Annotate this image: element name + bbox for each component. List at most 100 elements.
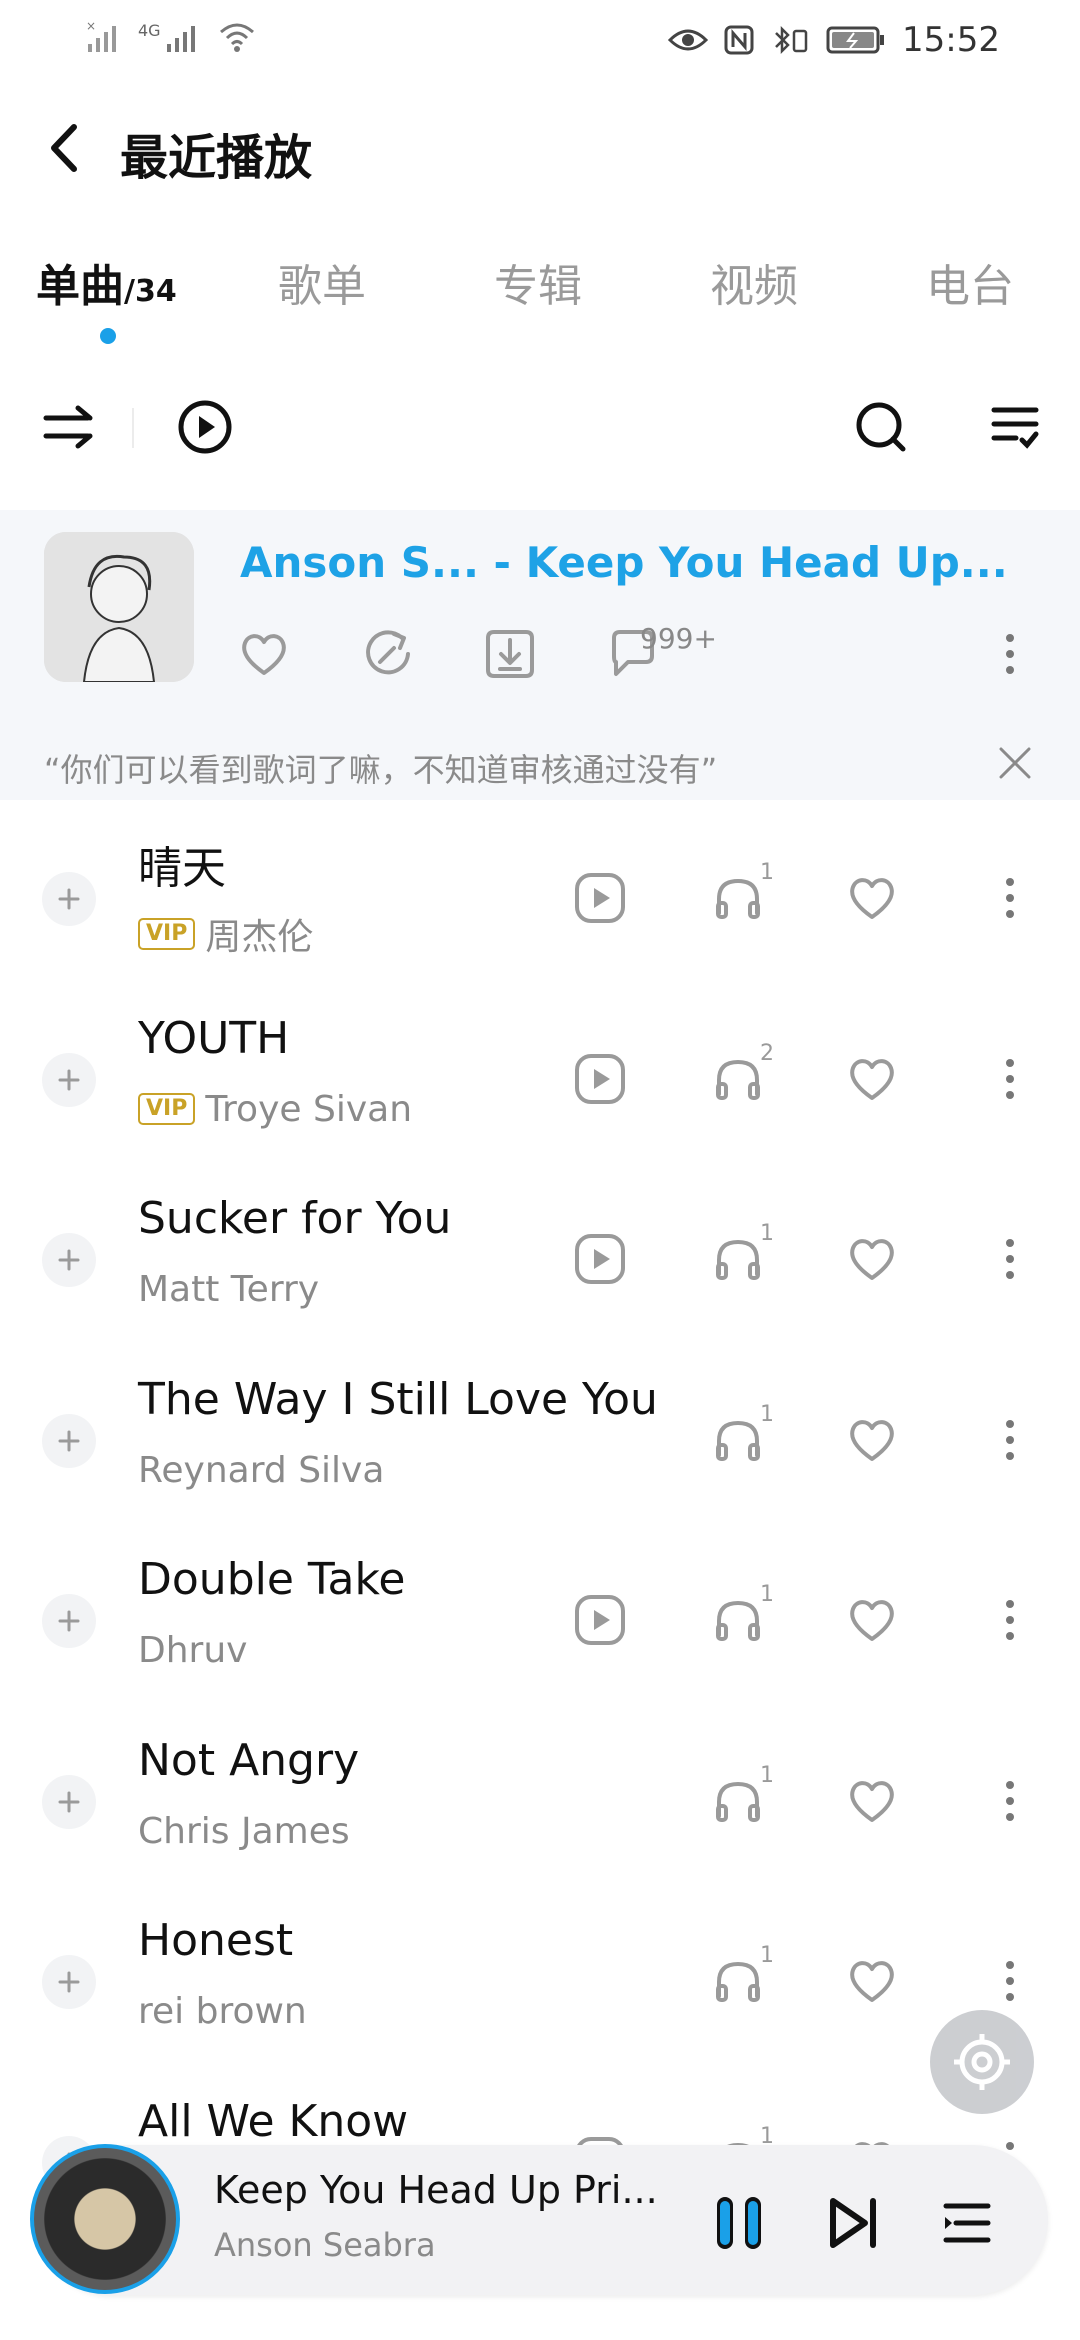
more-vertical-icon [1006,1058,1014,1099]
plus-icon [58,1249,80,1271]
mini-player-title[interactable]: Keep You Head Up Pri... [214,2168,658,2212]
listen-together-button[interactable]: 1 [706,1402,774,1472]
song-subtitle: Chris James [138,1811,350,1852]
clock: 15:52 [902,20,1000,60]
song-row[interactable]: Double Take Dhruv 1 [0,1530,1080,1710]
playlist-icon [943,2203,991,2243]
song-artist: rei brown [138,1991,307,2032]
song-like-button[interactable] [840,1588,904,1652]
mv-button[interactable] [568,866,632,930]
share-button[interactable] [356,622,420,686]
add-to-queue-button[interactable] [42,872,96,926]
song-more-button[interactable] [990,1769,1030,1833]
song-like-button[interactable] [840,1769,904,1833]
toolbar-divider [132,408,134,448]
song-row[interactable]: Not Angry Chris James 1 [0,1711,1080,1891]
nfc-icon [724,25,754,55]
listen-together-button[interactable]: 1 [706,1763,774,1833]
listen-together-button[interactable]: 1 [706,1943,774,2013]
song-artist: Reynard Silva [138,1449,385,1491]
wifi-icon [219,23,254,52]
add-to-queue-button[interactable] [42,1413,96,1468]
mv-button[interactable] [568,1588,632,1652]
batch-select-button[interactable] [980,392,1050,462]
song-like-button[interactable] [840,1408,904,1472]
tab-albums[interactable]: 专辑 [494,250,582,314]
tab-songs[interactable]: 单曲/34 [36,250,177,314]
playlist-button[interactable] [932,2188,1002,2258]
back-button[interactable] [38,118,88,178]
next-button[interactable] [818,2188,888,2258]
more-vertical-icon [1006,1239,1014,1279]
song-row[interactable]: Honest rei brown 1 [0,1891,1080,2071]
listen-count: 1 [760,1943,774,1968]
status-bar: × 4G 15:52 [0,0,1080,80]
tab-songs-label: 单曲 [36,261,124,312]
add-to-queue-button[interactable] [42,1594,96,1648]
song-subtitle: VIP 周杰伦 [138,908,313,960]
song-more-button[interactable] [990,1408,1030,1472]
song-title: Sucker for You [138,1193,452,1244]
heart-icon [850,1600,894,1641]
mini-player-cover[interactable] [30,2144,180,2294]
download-button[interactable] [478,622,542,686]
like-button[interactable] [232,622,296,686]
video-play-icon [575,873,625,923]
tab-playlists[interactable]: 歌单 [278,250,366,314]
heart-icon [850,1419,894,1461]
song-subtitle: Reynard Silva [138,1450,384,1491]
headphones-icon [716,1600,760,1641]
headphones-icon [716,1239,760,1280]
pause-button[interactable] [704,2188,774,2258]
song-like-button[interactable] [840,1047,904,1111]
plus-icon [58,1791,80,1812]
add-to-queue-button[interactable] [42,1774,96,1829]
video-play-icon [575,1053,625,1104]
tab-radio[interactable]: 电台 [926,250,1014,314]
song-subtitle: Dhruv [138,1630,247,1671]
skip-next-icon [830,2198,876,2248]
song-title: The Way I Still Love You [138,1373,658,1425]
heart-icon [850,878,894,919]
song-like-button[interactable] [840,866,904,930]
listen-together-button[interactable]: 1 [706,860,774,930]
add-to-queue-button[interactable] [42,1052,96,1107]
song-more-button[interactable] [990,1227,1030,1291]
song-title: All We Know [138,2095,409,2147]
search-button[interactable] [846,392,916,462]
now-playing-title[interactable]: Anson S... - Keep You Head Up... [240,538,1008,587]
more-vertical-icon [1006,1780,1014,1821]
song-row[interactable]: 晴天 VIP 周杰伦 1 [0,808,1080,988]
song-row[interactable]: YOUTH VIP Troye Sivan 2 [0,989,1080,1169]
tab-videos[interactable]: 视频 [710,250,798,314]
play-all-button[interactable] [170,392,240,462]
now-playing-cover[interactable] [44,532,194,682]
video-play-icon [575,1234,625,1284]
song-more-button[interactable] [990,1047,1030,1111]
heart-icon [850,1239,894,1280]
heart-icon [850,1058,894,1100]
add-to-queue-button[interactable] [42,1955,96,2009]
listen-together-button[interactable]: 1 [706,1582,774,1652]
add-to-queue-button[interactable] [42,1233,96,1287]
bluetooth-battery-icon [775,25,808,55]
song-more-button[interactable] [990,1949,1030,2013]
song-more-button[interactable] [990,1588,1030,1652]
play-circle-icon [178,400,232,454]
sort-button[interactable] [34,392,104,462]
listen-together-button[interactable]: 1 [706,1221,774,1291]
share-arrow-icon [366,630,410,675]
mv-button[interactable] [568,1227,632,1291]
song-more-button[interactable] [990,866,1030,930]
song-row[interactable]: The Way I Still Love You Reynard Silva 1 [0,1350,1080,1530]
locate-current-button[interactable] [930,2010,1034,2114]
more-vertical-icon [1006,878,1014,918]
lyric-notice-close-button[interactable] [990,738,1040,788]
mv-button[interactable] [568,1047,632,1111]
listen-together-button[interactable]: 2 [706,1041,774,1111]
now-playing-more-button[interactable] [990,622,1030,686]
page-title: 最近播放 [120,130,313,186]
song-like-button[interactable] [840,1949,904,2013]
song-row[interactable]: Sucker for You Matt Terry 1 [0,1169,1080,1349]
song-like-button[interactable] [840,1227,904,1291]
